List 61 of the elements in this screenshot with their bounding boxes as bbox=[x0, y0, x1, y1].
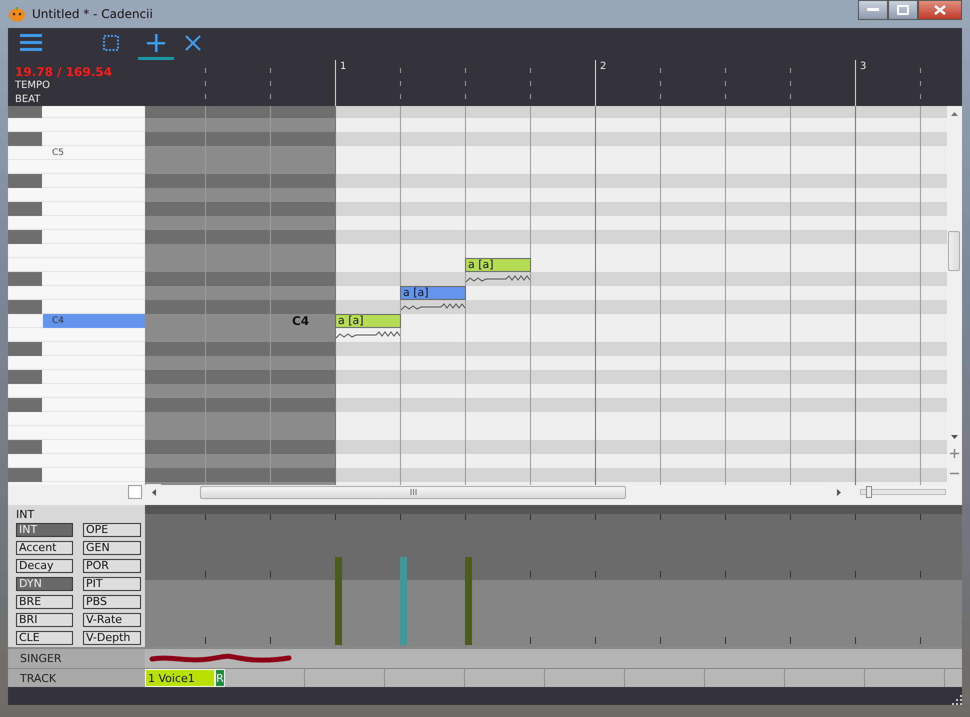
vibrato-drawing bbox=[466, 274, 530, 284]
up-arrow-icon bbox=[951, 112, 958, 116]
note[interactable]: a [a] bbox=[400, 286, 466, 300]
curve-button[interactable]: POR bbox=[83, 559, 141, 573]
curve-button[interactable]: INT bbox=[16, 523, 73, 537]
row-label: SINGER bbox=[19, 651, 63, 667]
time-display: 19.78 / 169.54 bbox=[15, 65, 114, 79]
close-icon bbox=[185, 34, 201, 50]
selection-icon bbox=[103, 34, 119, 50]
vibrato-drawing bbox=[401, 302, 465, 312]
menu-icon bbox=[20, 32, 42, 52]
window-title: Untitled * - Cadencii bbox=[32, 7, 154, 21]
curve-button[interactable]: OPE bbox=[83, 523, 141, 537]
minimize-icon bbox=[867, 8, 879, 12]
right-arrow-icon bbox=[836, 488, 840, 496]
close-button[interactable] bbox=[918, 0, 962, 20]
app-icon bbox=[8, 6, 26, 22]
curve-button[interactable]: CLE bbox=[16, 631, 73, 645]
curve-button[interactable]: DYN bbox=[16, 577, 73, 591]
vibrato-drawing bbox=[336, 330, 400, 340]
curve-title: INT bbox=[16, 508, 36, 523]
key-label[interactable]: C4 bbox=[43, 314, 145, 328]
note[interactable]: a [a] bbox=[465, 258, 531, 272]
slider-thumb[interactable] bbox=[866, 486, 872, 498]
grip-icon bbox=[410, 489, 416, 495]
close-icon bbox=[934, 5, 946, 15]
track-badge: R bbox=[215, 669, 225, 687]
curve-button[interactable]: GEN bbox=[83, 541, 141, 555]
scrollbar-thumb[interactable] bbox=[948, 231, 960, 271]
piano-keyboard-drawing[interactable] bbox=[8, 106, 145, 485]
left-arrow-icon bbox=[152, 488, 156, 496]
ruler-label: BEAT bbox=[15, 93, 42, 107]
maximize-button[interactable] bbox=[888, 0, 918, 20]
curve-button[interactable]: V-Depth bbox=[83, 631, 141, 645]
curve-button[interactable]: BRE bbox=[16, 595, 73, 609]
pitch-label: C4 bbox=[292, 314, 310, 328]
ruler-label: TEMPO bbox=[15, 79, 51, 93]
maximize-icon bbox=[897, 5, 909, 15]
curve-button[interactable]: V-Rate bbox=[83, 613, 141, 627]
piano-roll-grid[interactable] bbox=[145, 106, 947, 485]
note[interactable]: a [a] bbox=[335, 314, 401, 328]
measure-number: 1 bbox=[340, 61, 346, 72]
curve-button[interactable]: PBS bbox=[83, 595, 141, 609]
curve-button[interactable]: BRI bbox=[16, 613, 73, 627]
resize-grip-icon bbox=[950, 693, 962, 705]
minimize-button[interactable] bbox=[858, 0, 888, 20]
track-tab[interactable]: 1 Voice1 bbox=[145, 669, 215, 687]
measure-number: 3 bbox=[860, 61, 866, 72]
scrollbar-thumb[interactable] bbox=[200, 486, 626, 498]
curve-button[interactable]: Accent bbox=[16, 541, 73, 555]
curve-button[interactable]: PIT bbox=[83, 577, 141, 591]
zoom-slider[interactable] bbox=[860, 486, 946, 498]
checkbox[interactable] bbox=[128, 485, 142, 499]
measure-number: 2 bbox=[600, 61, 606, 72]
minus-icon bbox=[950, 472, 959, 474]
curve-button[interactable]: Decay bbox=[16, 559, 73, 573]
plus-icon bbox=[147, 34, 165, 52]
down-arrow-icon bbox=[951, 435, 958, 439]
plus-icon bbox=[950, 448, 959, 458]
key-label[interactable]: C5 bbox=[52, 146, 64, 160]
row-label: TRACK bbox=[19, 670, 58, 686]
